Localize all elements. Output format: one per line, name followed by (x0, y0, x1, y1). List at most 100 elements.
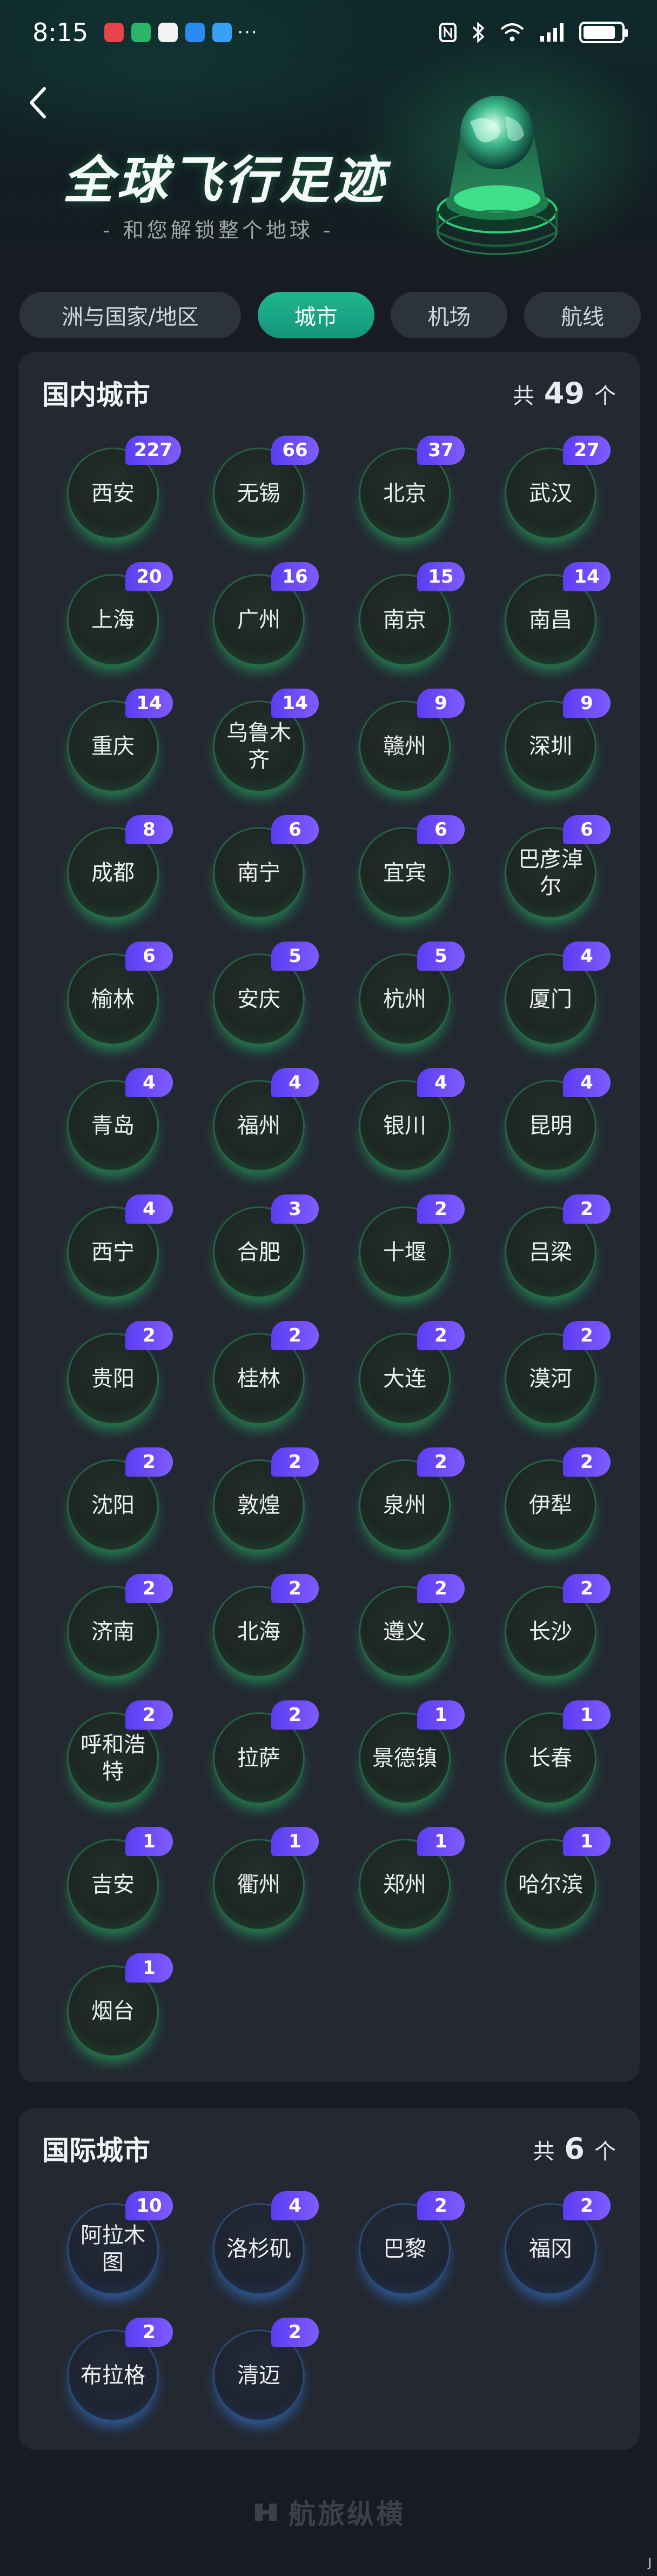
domestic-city-item[interactable]: 桂林 2 (213, 1321, 319, 1425)
domestic-city-item[interactable]: 广州 16 (213, 562, 319, 666)
city-name: 阿拉木图 (81, 2223, 145, 2275)
domestic-city-item[interactable]: 吉安 1 (67, 1827, 173, 1931)
domestic-city-item[interactable]: 贵阳 2 (67, 1321, 173, 1425)
visit-count-badge: 4 (271, 2191, 319, 2220)
domestic-city-item[interactable]: 漠河 2 (505, 1321, 611, 1425)
domestic-city-item[interactable]: 大连 2 (359, 1321, 465, 1425)
international-city-item[interactable]: 福冈 2 (505, 2191, 611, 2295)
domestic-city-item[interactable]: 宜宾 6 (359, 815, 465, 919)
domestic-city-item[interactable]: 乌鲁木齐 14 (213, 689, 319, 792)
domestic-city-item[interactable]: 烟台 1 (67, 1953, 173, 2057)
visit-count-badge: 2 (417, 1574, 465, 1603)
domestic-city-item[interactable]: 遵义 2 (359, 1574, 465, 1678)
visit-count-badge: 2 (125, 1447, 173, 1477)
city-name: 南京 (383, 608, 426, 632)
domestic-city-item[interactable]: 西安 227 (67, 436, 181, 539)
international-city-item[interactable]: 清迈 2 (213, 2318, 319, 2421)
domestic-city-item[interactable]: 重庆 14 (67, 689, 173, 792)
international-city-item[interactable]: 阿拉木图 10 (67, 2191, 173, 2295)
domestic-city-item[interactable]: 南京 15 (359, 562, 465, 666)
visit-count-badge: 15 (417, 562, 465, 591)
domestic-city-item[interactable]: 昆明 4 (505, 1068, 611, 1172)
domestic-city-item[interactable]: 榆林 6 (67, 942, 173, 1045)
city-name: 杭州 (383, 987, 426, 1012)
domestic-city-item[interactable]: 上海 20 (67, 562, 173, 666)
visit-count-badge: 2 (271, 1700, 319, 1730)
city-name: 布拉格 (81, 2363, 145, 2388)
domestic-city-item[interactable]: 长春 1 (505, 1700, 611, 1804)
visit-count-badge: 6 (563, 815, 611, 844)
domestic-city-item[interactable]: 银川 4 (359, 1068, 465, 1172)
visit-count-badge: 4 (563, 942, 611, 971)
visit-count-badge: 4 (125, 1194, 173, 1224)
domestic-city-item[interactable]: 哈尔滨 1 (505, 1827, 611, 1931)
city-name: 巴黎 (383, 2237, 426, 2261)
visit-count-badge: 4 (125, 1068, 173, 1097)
city-name: 拉萨 (237, 1746, 280, 1771)
tab-airports[interactable]: 机场 (391, 292, 508, 338)
domestic-city-item[interactable]: 合肥 3 (213, 1194, 319, 1298)
domestic-city-item[interactable]: 南宁 6 (213, 815, 319, 919)
domestic-city-item[interactable]: 敦煌 2 (213, 1447, 319, 1551)
city-name: 清迈 (237, 2363, 280, 2388)
domestic-city-item[interactable]: 济南 2 (67, 1574, 173, 1678)
city-name: 西安 (91, 481, 135, 506)
international-city-item[interactable]: 巴黎 2 (359, 2191, 465, 2295)
signal-icon (540, 23, 564, 42)
domestic-city-item[interactable]: 北京 37 (359, 436, 465, 539)
domestic-city-item[interactable]: 长沙 2 (505, 1574, 611, 1678)
tab-continents-countries[interactable]: 洲与国家/地区 (19, 292, 241, 338)
domestic-city-item[interactable]: 郑州 1 (359, 1827, 465, 1931)
visit-count-badge: 2 (563, 1321, 611, 1350)
domestic-city-item[interactable]: 衢州 1 (213, 1827, 319, 1931)
visit-count-badge: 1 (417, 1700, 465, 1730)
domestic-city-item[interactable]: 深圳 9 (505, 689, 611, 792)
domestic-city-item[interactable]: 北海 2 (213, 1574, 319, 1678)
city-name: 大连 (383, 1366, 426, 1391)
visit-count-badge: 2 (563, 1574, 611, 1603)
domestic-city-item[interactable]: 十堰 2 (359, 1194, 465, 1298)
domestic-city-item[interactable]: 沈阳 2 (67, 1447, 173, 1551)
visit-count-badge: 2 (563, 1194, 611, 1224)
international-city-item[interactable]: 布拉格 2 (67, 2318, 173, 2421)
tab-cities[interactable]: 城市 (257, 292, 374, 338)
domestic-cities-title: 国内城市 (42, 379, 150, 411)
domestic-city-item[interactable]: 呼和浩特 2 (67, 1700, 173, 1804)
domestic-city-item[interactable]: 成都 8 (67, 815, 173, 919)
visit-count-badge: 66 (271, 436, 319, 465)
visit-count-badge: 1 (563, 1700, 611, 1730)
domestic-city-item[interactable]: 安庆 5 (213, 942, 319, 1045)
domestic-city-item[interactable]: 伊犁 2 (505, 1447, 611, 1551)
back-button[interactable] (22, 81, 54, 124)
visit-count-badge: 2 (417, 1194, 465, 1224)
domestic-city-item[interactable]: 景德镇 1 (359, 1700, 465, 1804)
city-name: 景德镇 (372, 1746, 437, 1771)
footer-brand: 航旅纵横 (0, 2493, 657, 2532)
domestic-city-item[interactable]: 青岛 4 (67, 1068, 173, 1172)
domestic-city-item[interactable]: 赣州 9 (359, 689, 465, 792)
international-cities-count: 共 6 个 (533, 2131, 616, 2166)
tab-routes[interactable]: 航线 (524, 292, 641, 338)
domestic-city-item[interactable]: 西宁 4 (67, 1194, 173, 1298)
visit-count-badge: 4 (563, 1068, 611, 1097)
visit-count-badge: 6 (417, 815, 465, 844)
visit-count-badge: 20 (125, 562, 173, 591)
domestic-city-item[interactable]: 拉萨 2 (213, 1700, 319, 1804)
domestic-city-item[interactable]: 无锡 66 (213, 436, 319, 539)
domestic-city-item[interactable]: 巴彦淖尔 6 (505, 815, 611, 919)
domestic-city-item[interactable]: 吕梁 2 (505, 1194, 611, 1298)
domestic-city-item[interactable]: 泉州 2 (359, 1447, 465, 1551)
city-name: 济南 (91, 1619, 135, 1644)
visit-count-badge: 2 (417, 1321, 465, 1350)
domestic-city-item[interactable]: 杭州 5 (359, 942, 465, 1045)
domestic-city-item[interactable]: 武汉 27 (505, 436, 611, 539)
visit-count-badge: 9 (563, 689, 611, 718)
international-city-item[interactable]: 洛杉矶 4 (213, 2191, 319, 2295)
visit-count-badge: 8 (125, 815, 173, 844)
city-name: 伊犁 (529, 1493, 572, 1518)
domestic-city-item[interactable]: 厦门 4 (505, 942, 611, 1045)
domestic-cities-header: 国内城市 共 49 个 (42, 374, 616, 412)
domestic-city-item[interactable]: 南昌 14 (505, 562, 611, 666)
domestic-city-item[interactable]: 福州 4 (213, 1068, 319, 1172)
visit-count-badge: 1 (271, 1827, 319, 1856)
